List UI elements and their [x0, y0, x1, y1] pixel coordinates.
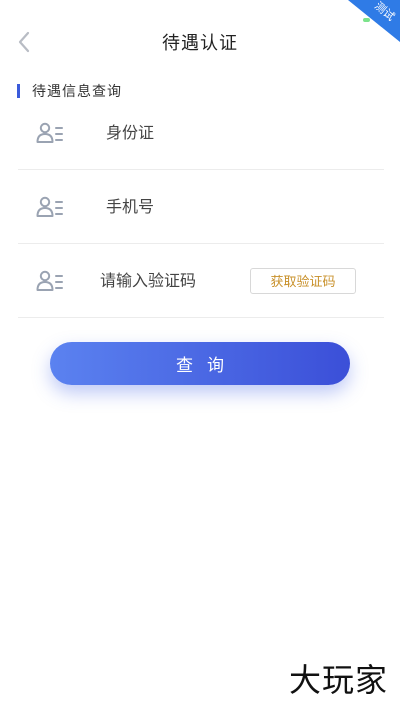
leaf-icon [363, 18, 370, 22]
test-corner-badge: 测试 [348, 0, 400, 42]
phone-row [18, 170, 384, 244]
user-card-icon [36, 122, 63, 143]
id-row [18, 96, 384, 170]
page-title: 待遇认证 [162, 33, 238, 54]
query-button[interactable]: 查询 [50, 342, 350, 385]
phone-number-input[interactable] [106, 191, 246, 222]
user-card-icon [36, 196, 63, 217]
get-code-button[interactable]: 获取验证码 [250, 267, 356, 294]
user-card-icon [36, 270, 63, 291]
watermark-logo: 大玩家 [288, 661, 388, 699]
code-row: 获取验证码 [18, 244, 384, 318]
id-number-input[interactable] [106, 117, 246, 148]
app-header: 待遇认证 测试 [0, 0, 400, 82]
verification-code-input[interactable] [100, 265, 240, 296]
